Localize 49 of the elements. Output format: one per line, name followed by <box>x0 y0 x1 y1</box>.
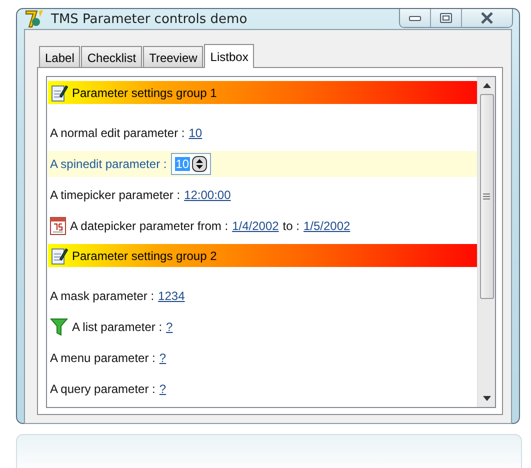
scrollbar[interactable] <box>477 77 495 407</box>
parameter-label: A timepicker parameter : <box>50 188 180 202</box>
funnel-icon <box>50 318 68 336</box>
parameter-label: A mask parameter : <box>50 289 154 303</box>
close-button[interactable] <box>461 9 512 27</box>
notepad-icon <box>51 84 68 102</box>
tab[interactable]: Listbox <box>204 44 254 68</box>
parameter-row[interactable]: A menu parameter : ? <box>48 345 477 371</box>
parameter-row[interactable]: A list parameter : ? <box>48 314 477 340</box>
minimize-button[interactable] <box>400 9 430 27</box>
minimize-icon <box>409 16 421 20</box>
parameter-label: A datepicker parameter from : <box>70 219 228 233</box>
maximize-button[interactable] <box>430 9 461 27</box>
tab[interactable]: Treeview <box>143 46 204 67</box>
tab[interactable]: Checklist <box>81 46 142 67</box>
spin-arrows-icon <box>192 156 208 172</box>
group-title: Parameter settings group 1 <box>72 86 217 100</box>
parameter-value-link[interactable]: 12:00:00 <box>184 188 231 202</box>
parameter-row[interactable]: A mask parameter : 1234 <box>48 283 477 309</box>
parameter-row[interactable]: A datepicker parameter from : 1/4/2002 to : 1/5/2002 <box>48 213 477 239</box>
parameter-label: A query parameter : <box>50 382 156 396</box>
grip-icon <box>483 193 490 200</box>
parameter-label: A menu parameter : <box>50 351 156 365</box>
parameter-value-link[interactable]: 1/4/2002 <box>232 219 279 233</box>
close-icon <box>480 12 494 24</box>
tab[interactable]: Label <box>39 46 80 67</box>
app-logo-icon <box>25 9 45 29</box>
notepad-icon <box>51 246 68 264</box>
scroll-up-icon[interactable] <box>482 83 490 88</box>
parameter-row[interactable]: A timepicker parameter : 12:00:00 <box>48 182 477 208</box>
parameter-row[interactable]: A spinedit parameter : 10 <box>48 151 477 177</box>
parameter-value-link[interactable]: 10 <box>188 126 202 140</box>
parameter-value-link[interactable]: ? <box>166 320 173 334</box>
parameter-label: A list parameter : <box>72 320 162 334</box>
parameter-value-link[interactable]: 1234 <box>158 289 185 303</box>
window-title: TMS Parameter controls demo <box>51 12 248 26</box>
group-title: Parameter settings group 2 <box>72 248 217 262</box>
scrollbar-thumb[interactable] <box>480 94 494 299</box>
parameter-row[interactable]: A query parameter : ? <box>48 376 477 402</box>
parameter-value-link[interactable]: ? <box>159 382 166 396</box>
parameter-value-link[interactable]: 1/5/2002 <box>303 219 350 233</box>
maximize-icon <box>440 13 452 23</box>
scroll-down-icon[interactable] <box>482 396 490 401</box>
parameter-label: A normal edit parameter : <box>50 126 185 140</box>
parameter-label: to : <box>282 219 300 233</box>
calendar-icon <box>50 217 66 235</box>
parameter-label: A spinedit parameter : <box>50 157 167 171</box>
parameter-row[interactable]: A normal edit parameter : 10 <box>48 120 477 146</box>
parameter-value-link[interactable]: ? <box>159 351 166 365</box>
